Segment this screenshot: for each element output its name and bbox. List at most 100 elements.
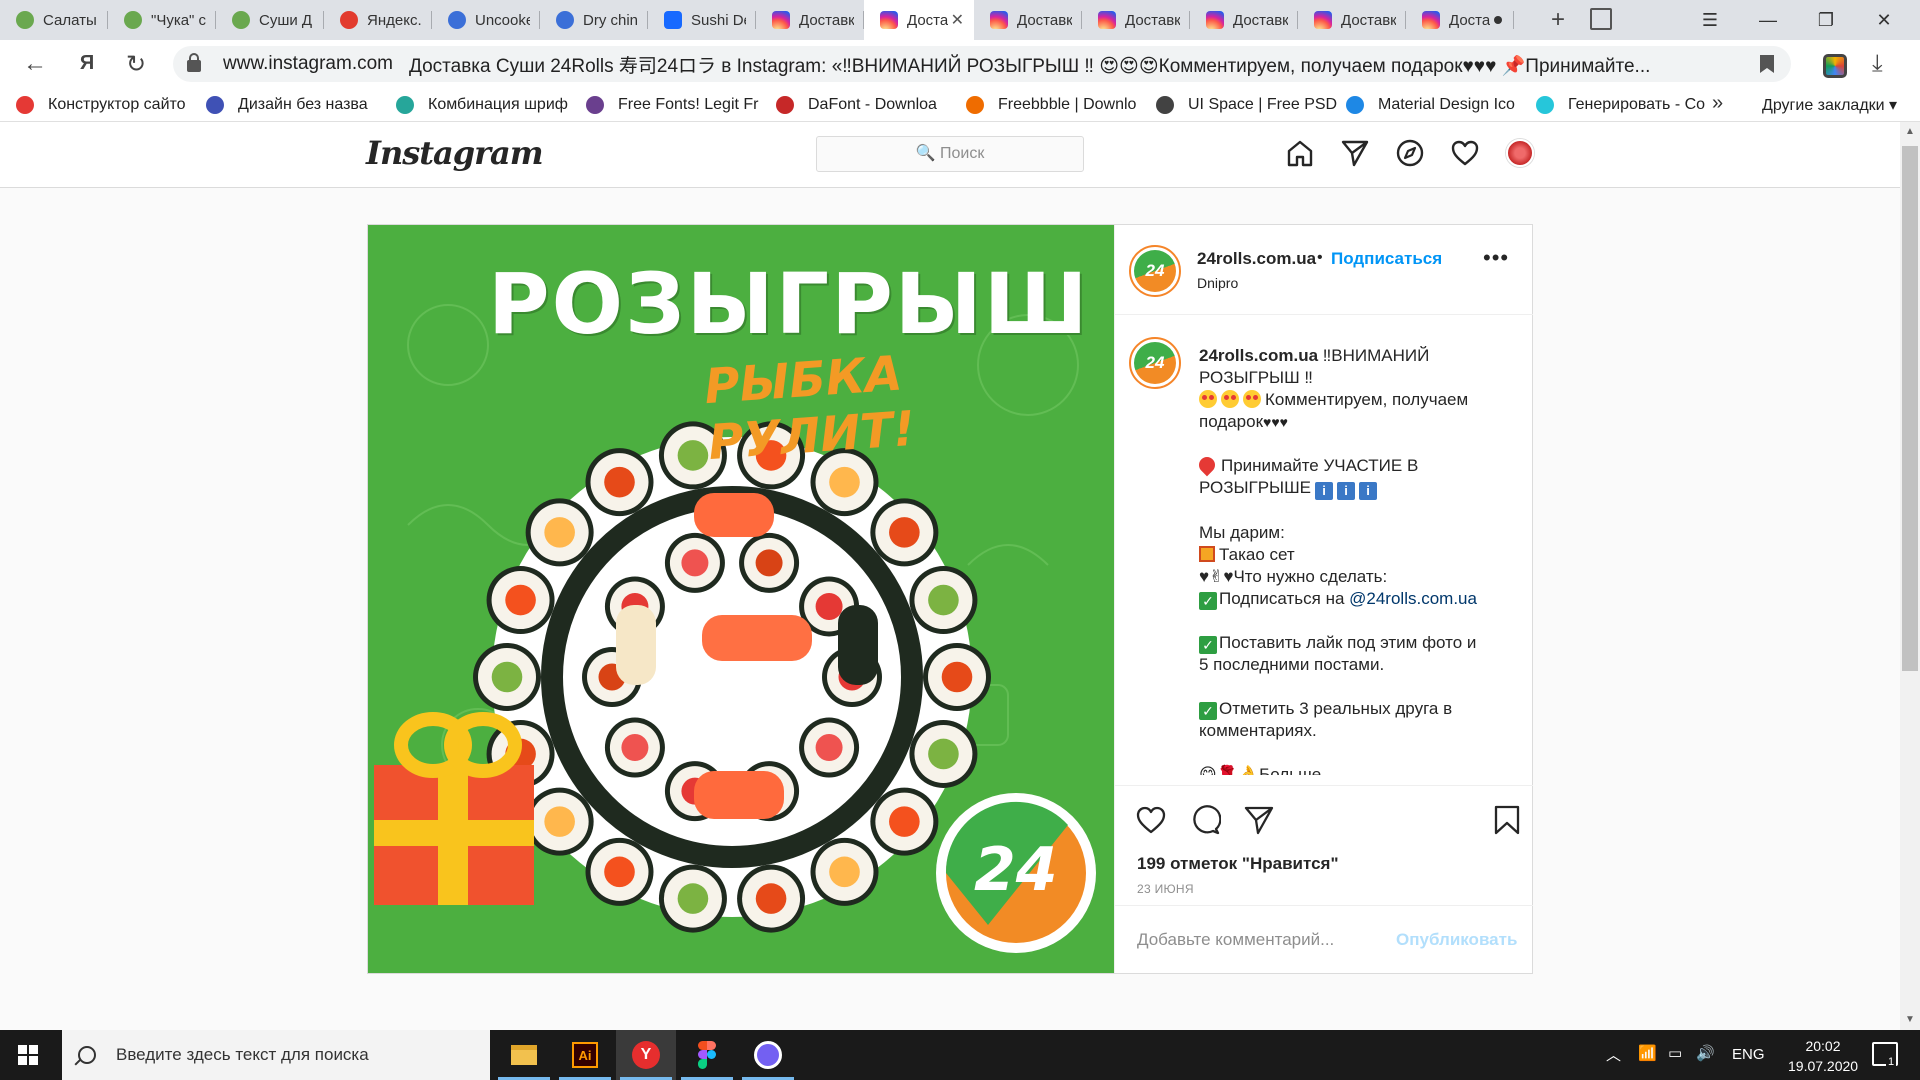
- post-header: 24 24rolls.com.ua • Подписаться Dnipro •…: [1115, 225, 1533, 315]
- tab-favicon-icon: [772, 11, 790, 29]
- bookmark-item[interactable]: Генерировать - Со: [1536, 95, 1726, 114]
- caption-author-avatar[interactable]: 24: [1129, 337, 1181, 389]
- sushi-filling: [815, 592, 843, 620]
- minimize-button[interactable]: —: [1740, 0, 1796, 40]
- more-options-button[interactable]: •••: [1483, 245, 1509, 271]
- browser-tab[interactable]: Dry chin: [540, 0, 648, 40]
- browser-tab[interactable]: Доставк: [1298, 0, 1406, 40]
- explore-icon[interactable]: [1395, 138, 1425, 168]
- like-heart-icon[interactable]: [1135, 804, 1167, 836]
- scroll-up-icon[interactable]: ▲: [1905, 126, 1915, 137]
- browser-tab[interactable]: Доста: [1406, 0, 1514, 40]
- page-scrollbar[interactable]: ▲ ▼: [1900, 122, 1920, 1030]
- illustrator-button[interactable]: Ai: [555, 1030, 615, 1080]
- new-tab-button[interactable]: +: [1543, 6, 1573, 34]
- browser-tab[interactable]: Яндекс.: [324, 0, 432, 40]
- bookmark-label: Конструктор сайто: [48, 95, 186, 113]
- language-indicator[interactable]: ENG: [1732, 1046, 1765, 1063]
- likes-count[interactable]: 199 отметок "Нравится": [1137, 854, 1339, 874]
- tab-label: Доставк: [1341, 11, 1396, 29]
- reload-button[interactable]: ↻: [121, 50, 151, 79]
- viber-button[interactable]: [738, 1030, 798, 1080]
- bookmark-item[interactable]: Freebbble | Downlo: [966, 95, 1156, 114]
- bookmark-item[interactable]: Дизайн без назва: [206, 95, 396, 114]
- browser-tab[interactable]: Доставк: [1082, 0, 1190, 40]
- figma-button[interactable]: [677, 1030, 737, 1080]
- battery-icon[interactable]: ▭: [1668, 1044, 1682, 1062]
- tab-label: Доставк: [1125, 11, 1180, 29]
- windows-start-icon[interactable]: [18, 1045, 38, 1065]
- info-emoji-icon: i: [1315, 482, 1334, 500]
- caption-text: 24rolls.com.ua ‼ВНИМАНИЙ РОЗЫГРЫШ ‼ Комм…: [1195, 345, 1499, 775]
- illustrator-icon: Ai: [572, 1042, 598, 1068]
- browser-tab[interactable]: Доста ✕: [864, 0, 974, 40]
- post-image[interactable]: РОЗЫГРЫШ РЫБКА РУЛИТ! 24: [368, 225, 1114, 973]
- url-field[interactable]: www.instagram.com Доставка Суши 24Rolls …: [173, 46, 1791, 82]
- yandex-home-button[interactable]: Я: [72, 52, 102, 75]
- file-explorer-button[interactable]: [494, 1030, 554, 1080]
- caption-line: ‼ВНИМАНИЙ: [1322, 346, 1430, 365]
- search-input[interactable]: 🔍 Поиск: [816, 136, 1084, 172]
- caption-username[interactable]: 24rolls.com.ua: [1199, 346, 1318, 365]
- browser-tab[interactable]: Суши Д: [216, 0, 324, 40]
- browser-tab[interactable]: Доставк: [756, 0, 864, 40]
- browser-tab[interactable]: Салаты: [0, 0, 108, 40]
- sushi-filling: [889, 517, 920, 548]
- info-emoji-icon: i: [1337, 482, 1356, 500]
- tab-label: Доста: [1449, 11, 1491, 29]
- publish-comment-button[interactable]: Опубликовать: [1396, 930, 1517, 950]
- other-bookmarks-button[interactable]: Другие закладки ▾: [1762, 95, 1897, 115]
- back-button[interactable]: ←: [20, 50, 50, 78]
- tab-favicon-icon: [1206, 11, 1224, 29]
- direct-message-icon[interactable]: [1340, 138, 1370, 168]
- bookmark-label: DaFont - Downloa: [808, 95, 937, 113]
- system-clock[interactable]: 20:02 19.07.2020: [1788, 1036, 1858, 1076]
- browser-tab[interactable]: Доставк: [974, 0, 1082, 40]
- save-bookmark-icon[interactable]: [1491, 804, 1523, 836]
- bookmark-item[interactable]: Free Fonts! Legit Fr: [586, 95, 776, 114]
- share-icon[interactable]: [1243, 804, 1275, 836]
- volume-icon[interactable]: 🔊: [1696, 1044, 1715, 1062]
- post-location[interactable]: Dnipro: [1197, 275, 1238, 291]
- restore-button[interactable]: ❐: [1798, 0, 1854, 40]
- bookmark-item[interactable]: DaFont - Downloa: [776, 95, 966, 114]
- tray-expand-icon[interactable]: ︿: [1606, 1044, 1621, 1065]
- home-icon[interactable]: [1285, 138, 1315, 168]
- bookmarks-more-button[interactable]: »: [1712, 92, 1723, 115]
- caption-line: РОЗЫГРЫШЕ: [1199, 478, 1312, 497]
- tab-close-icon[interactable]: ✕: [951, 10, 964, 30]
- comment-input[interactable]: Добавьте комментарий...: [1137, 930, 1334, 950]
- bookmark-item[interactable]: Material Design Ico: [1346, 95, 1536, 114]
- bookmark-item[interactable]: Конструктор сайто: [16, 95, 206, 114]
- menu-button[interactable]: ☰: [1682, 0, 1738, 40]
- sushi-filling: [755, 549, 783, 577]
- separator-dot: •: [1317, 249, 1323, 266]
- activity-heart-icon[interactable]: [1450, 138, 1480, 168]
- taskbar-search-input[interactable]: Введите здесь текст для поиска: [62, 1030, 490, 1080]
- download-icon[interactable]: ⤓: [1872, 50, 1883, 78]
- network-icon[interactable]: 📶: [1638, 1044, 1657, 1062]
- post-author-username[interactable]: 24rolls.com.ua: [1197, 249, 1316, 269]
- mention-link[interactable]: @24rolls.com.ua: [1349, 589, 1477, 608]
- close-window-button[interactable]: ✕: [1856, 0, 1912, 40]
- post-date[interactable]: 23 ИЮНЯ: [1137, 882, 1194, 896]
- tab-shelf-icon[interactable]: [1590, 8, 1612, 30]
- follow-button[interactable]: Подписаться: [1331, 249, 1442, 269]
- bookmark-item[interactable]: UI Space | Free PSD: [1156, 95, 1346, 114]
- tab-label: Суши Д: [259, 11, 313, 29]
- tab-label: Dry chin: [583, 11, 638, 29]
- browser-tab[interactable]: Доставк: [1190, 0, 1298, 40]
- yandex-browser-button[interactable]: Y: [616, 1030, 676, 1080]
- post-author-avatar[interactable]: 24: [1129, 245, 1181, 297]
- extension-icon[interactable]: [1823, 54, 1847, 78]
- browser-tab[interactable]: Sushi De: [648, 0, 756, 40]
- scroll-down-icon[interactable]: ▼: [1905, 1014, 1915, 1025]
- scroll-thumb[interactable]: [1902, 146, 1918, 671]
- browser-tab[interactable]: "Чука" с: [108, 0, 216, 40]
- instagram-logo[interactable]: Instagram: [366, 134, 544, 172]
- browser-tab[interactable]: Uncooke: [432, 0, 540, 40]
- bookmark-item[interactable]: Комбинация шриф: [396, 95, 586, 114]
- profile-avatar[interactable]: [1506, 139, 1534, 167]
- comment-icon[interactable]: [1189, 804, 1221, 836]
- check-emoji-icon: ✓: [1199, 592, 1217, 610]
